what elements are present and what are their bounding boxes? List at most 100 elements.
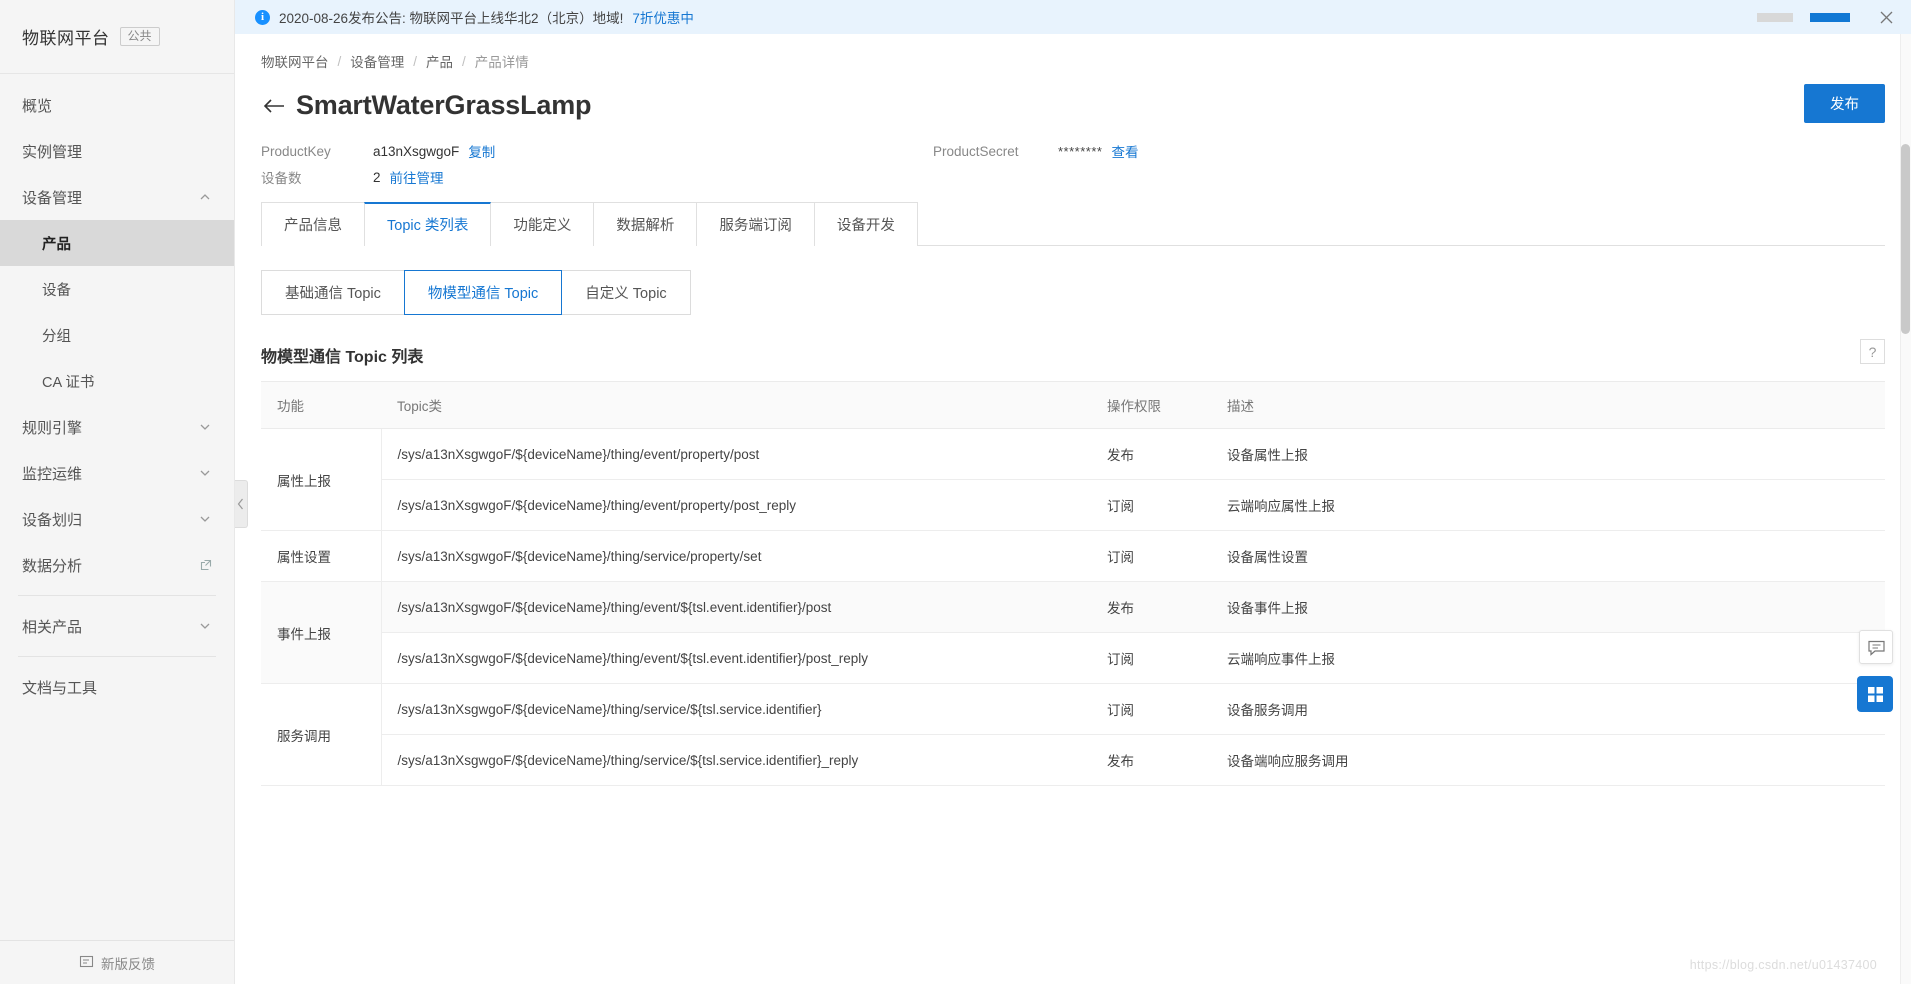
main-content: i 2020-08-26发布公告: 物联网平台上线华北2（北京）地域! 7折优惠…	[235, 0, 1911, 984]
sidebar-item-label: 概览	[22, 97, 53, 115]
table-row: /sys/a13nXsgwgoF/${deviceName}/thing/eve…	[261, 632, 1885, 684]
question-mark-icon[interactable]: ?	[1860, 339, 1885, 364]
breadcrumb-item-2[interactable]: 产品	[426, 51, 453, 71]
sidebar-collapse-handle[interactable]	[235, 480, 248, 528]
column-header-permission: 操作权限	[1091, 381, 1211, 429]
table-row: /sys/a13nXsgwgoF/${deviceName}/thing/eve…	[261, 479, 1885, 531]
tab-product-info[interactable]: 产品信息	[261, 202, 365, 246]
sidebar-item-device-assignment[interactable]: 设备划归	[0, 496, 234, 542]
window-maximize-bar[interactable]	[1810, 12, 1850, 22]
column-header-function: 功能	[261, 381, 381, 429]
row-topic-cell: /sys/a13nXsgwgoF/${deviceName}/thing/ser…	[381, 683, 1091, 735]
section-title: 物模型通信 Topic 列表	[261, 349, 424, 366]
sidebar-item-label: CA 证书	[42, 374, 95, 391]
chat-bubble-icon[interactable]	[1859, 630, 1893, 664]
row-permission-cell: 订阅	[1091, 632, 1211, 684]
sidebar-item-rule-engine[interactable]: 规则引擎	[0, 404, 234, 450]
page-scrollbar-track[interactable]	[1900, 34, 1911, 984]
info-icon: i	[255, 9, 270, 25]
device-count-value: 2	[373, 169, 381, 185]
copy-product-key-link[interactable]: 复制	[468, 141, 495, 161]
product-meta: ProductKey a13nXsgwgoF 复制 设备数 2 前往管理 Pro…	[261, 138, 1885, 194]
breadcrumb-item-1[interactable]: 设备管理	[350, 51, 404, 71]
sidebar-item-label: 文档与工具	[22, 679, 98, 697]
table-header-row: 功能 Topic类 操作权限 描述	[261, 381, 1885, 429]
row-function-cell: 属性上报	[261, 428, 382, 531]
sidebar: 物联网平台 公共 概览 实例管理 设备管理 产品 设备 分组 CA 证书 规则引…	[0, 0, 248, 984]
breadcrumb-item-0[interactable]: 物联网平台	[261, 51, 329, 71]
sidebar-item-monitoring-ops[interactable]: 监控运维	[0, 450, 234, 496]
sidebar-item-docs-and-tools[interactable]: 文档与工具	[0, 664, 234, 710]
row-topic-cell: /sys/a13nXsgwgoF/${deviceName}/thing/eve…	[381, 428, 1091, 480]
product-tabs: 产品信息 Topic 类列表 功能定义 数据解析 服务端订阅 设备开发	[261, 201, 1885, 247]
view-product-secret-link[interactable]: 查看	[1111, 141, 1138, 161]
row-permission-cell: 订阅	[1091, 530, 1211, 582]
section-header: 物模型通信 Topic 列表 ?	[261, 339, 1885, 367]
sidebar-divider	[18, 595, 216, 596]
notice-promo-link[interactable]: 7折优惠中	[632, 7, 694, 27]
page-scrollbar-thumb[interactable]	[1901, 144, 1910, 334]
row-description-cell: 设备端响应服务调用	[1211, 734, 1885, 786]
grid-apps-icon[interactable]	[1857, 676, 1893, 712]
row-description-cell: 设备服务调用	[1211, 683, 1885, 735]
subtab-basic-communication-topic[interactable]: 基础通信 Topic	[261, 270, 405, 315]
sidebar-item-label: 分组	[42, 328, 71, 345]
sidebar-divider	[18, 656, 216, 657]
sidebar-item-label: 产品	[42, 236, 71, 253]
row-topic-cell: /sys/a13nXsgwgoF/${deviceName}/thing/eve…	[381, 581, 1091, 633]
feedback-button[interactable]: 新版反馈	[0, 940, 234, 984]
sidebar-item-products[interactable]: 产品	[0, 220, 234, 266]
notice-text: 2020-08-26发布公告: 物联网平台上线华北2（北京）地域!	[279, 11, 624, 26]
subtab-custom-topic[interactable]: 自定义 Topic	[561, 270, 691, 315]
chevron-down-icon	[198, 420, 212, 434]
breadcrumb-item-3: 产品详情	[474, 55, 529, 70]
table-body: 属性上报 /sys/a13nXsgwgoF/${deviceName}/thin…	[261, 428, 1885, 786]
row-permission-cell: 发布	[1091, 428, 1211, 480]
tab-device-development[interactable]: 设备开发	[813, 202, 918, 246]
back-arrow-icon[interactable]	[261, 93, 287, 119]
sidebar-item-devices[interactable]: 设备	[0, 266, 234, 312]
sidebar-item-groups[interactable]: 分组	[0, 312, 234, 358]
breadcrumb-separator: /	[462, 53, 466, 69]
row-permission-cell: 发布	[1091, 581, 1211, 633]
tab-data-parsing[interactable]: 数据解析	[593, 202, 698, 246]
column-header-topic: Topic类	[381, 381, 1091, 429]
row-function-cell: 服务调用	[261, 683, 382, 786]
table-row: 服务调用 /sys/a13nXsgwgoF/${deviceName}/thin…	[261, 683, 1885, 786]
publish-button[interactable]: 发布	[1804, 84, 1885, 123]
sidebar-item-related-products[interactable]: 相关产品	[0, 603, 234, 649]
window-minimize-bar[interactable]	[1757, 12, 1793, 22]
sidebar-item-instance-management[interactable]: 实例管理	[0, 128, 234, 174]
chevron-down-icon	[198, 466, 212, 480]
product-secret-row: ProductSecret ******** 查看	[933, 138, 1138, 164]
table-row: 属性设置 /sys/a13nXsgwgoF/${deviceName}/thin…	[261, 530, 1885, 582]
app-root: 物联网平台 公共 概览 实例管理 设备管理 产品 设备 分组 CA 证书 规则引…	[0, 0, 1911, 984]
sidebar-item-ca-certificates[interactable]: CA 证书	[0, 358, 234, 404]
table-row: 属性上报 /sys/a13nXsgwgoF/${deviceName}/thin…	[261, 428, 1885, 531]
tab-topic-list[interactable]: Topic 类列表	[364, 202, 492, 247]
sidebar-item-overview[interactable]: 概览	[0, 82, 234, 128]
sidebar-item-data-analytics[interactable]: 数据分析	[0, 542, 234, 588]
table-header: 功能 Topic类 操作权限 描述	[261, 381, 1885, 429]
watermark-text: https://blog.csdn.net/u01437400	[1689, 958, 1877, 972]
sidebar-brand[interactable]: 物联网平台 公共	[0, 0, 234, 74]
row-description-cell: 云端响应属性上报	[1211, 479, 1885, 531]
product-key-value: a13nXsgwgoF	[373, 143, 460, 159]
topic-table: 功能 Topic类 操作权限 描述 属性上报 /sys/a13nXsgwgoF/…	[261, 381, 1885, 786]
row-description-cell: 设备属性设置	[1211, 530, 1885, 582]
tab-function-definition[interactable]: 功能定义	[490, 202, 595, 246]
sidebar-item-label: 设备管理	[22, 189, 83, 207]
chevron-down-icon	[198, 619, 212, 633]
page-title: SmartWaterGrassLamp	[296, 90, 592, 120]
close-icon[interactable]	[1877, 8, 1895, 26]
row-permission-cell: 订阅	[1091, 683, 1211, 735]
product-key-label: ProductKey	[261, 143, 331, 159]
sidebar-item-device-management[interactable]: 设备管理	[0, 174, 234, 220]
go-to-device-management-link[interactable]: 前往管理	[390, 167, 444, 187]
sidebar-item-label: 相关产品	[22, 618, 83, 636]
device-count-row: 设备数 2 前往管理	[261, 164, 1885, 190]
subtab-tsl-communication-topic[interactable]: 物模型通信 Topic	[403, 270, 563, 315]
tab-server-subscription[interactable]: 服务端订阅	[696, 202, 815, 246]
breadcrumb-separator: /	[413, 53, 418, 69]
sidebar-nav: 概览 实例管理 设备管理 产品 设备 分组 CA 证书 规则引擎 监控运维 设备…	[0, 74, 234, 940]
